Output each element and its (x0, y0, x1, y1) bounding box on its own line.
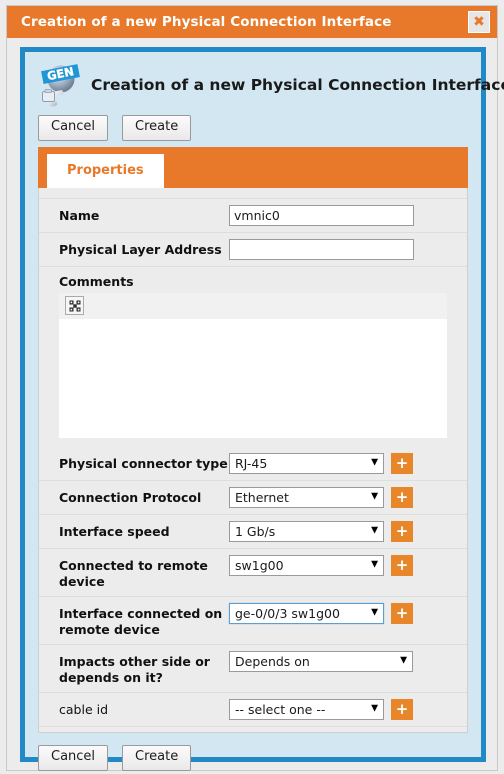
connected-to-remote-device-value: sw1g00 (235, 557, 284, 573)
top-button-bar: Cancel Create (25, 107, 481, 147)
cable-id-select[interactable]: -- select one -- ▼ (229, 698, 384, 720)
add-connected-to-remote-device-button[interactable]: + (391, 554, 413, 576)
interface-connected-on-remote-device-control: ge-0/0/3 sw1g00 ▼ + (229, 602, 451, 624)
comments-textarea[interactable] (59, 318, 447, 438)
cable-id-control: -- select one -- ▼ + (229, 698, 451, 720)
interface-speed-value: 1 Gb/s (235, 523, 276, 539)
dialog-window: Creation of a new Physical Connection In… (6, 5, 504, 771)
create-button-bottom[interactable]: Create (122, 744, 192, 771)
physical-layer-address-control (229, 238, 451, 260)
comments-label: Comments (59, 273, 134, 289)
connection-protocol-label: Connection Protocol (59, 489, 202, 505)
window-title: Creation of a new Physical Connection In… (21, 14, 392, 30)
gen-cable-logo-icon: GEN (37, 61, 83, 107)
form-row-physical-layer-address: Physical Layer Address (39, 233, 467, 267)
impacts-other-side-label: Impacts other side or depends on it? (59, 653, 210, 685)
physical-layer-address-input[interactable] (229, 238, 414, 260)
name-control (229, 204, 451, 226)
connected-to-remote-device-control: sw1g00 ▼ + (229, 554, 451, 576)
add-interface-connected-on-remote-device-button[interactable]: + (391, 602, 413, 624)
connected-to-remote-device-label: Connected to remote device (59, 557, 208, 589)
interface-connected-on-remote-device-value: ge-0/0/3 sw1g00 (235, 605, 340, 621)
close-icon[interactable]: ✖ (468, 11, 490, 33)
impacts-other-side-control: Depends on ▼ (229, 650, 451, 672)
interface-speed-control: 1 Gb/s ▼ + (229, 520, 451, 542)
chevron-down-icon: ▼ (400, 655, 407, 666)
app-header: GEN Creation of a new Physical Connectio… (25, 52, 504, 107)
form-row-cable-id: cable id -- select one -- ▼ + (39, 693, 467, 727)
form-row-interface-connected-on-remote-device: Interface connected on remote device ge-… (39, 597, 467, 645)
chevron-down-icon: ▼ (371, 607, 378, 618)
interface-connected-on-remote-device-select[interactable]: ge-0/0/3 sw1g00 ▼ (229, 602, 384, 624)
cable-id-value: -- select one -- (235, 701, 326, 717)
physical-layer-address-label: Physical Layer Address (59, 241, 222, 257)
cable-id-label: cable id (59, 701, 109, 717)
form-row-connection-protocol: Connection Protocol Ethernet ▼ + (39, 481, 467, 515)
impacts-other-side-select[interactable]: Depends on ▼ (229, 650, 413, 672)
comments-spacer (39, 438, 467, 447)
interface-speed-label: Interface speed (59, 523, 170, 539)
chevron-down-icon: ▼ (371, 559, 378, 570)
connection-protocol-control: Ethernet ▼ + (229, 486, 451, 508)
comments-editor-toolbar (59, 292, 447, 319)
comments-editor (59, 292, 447, 438)
form-row-physical-connector-type: Physical connector type RJ-45 ▼ + (39, 447, 467, 481)
physical-connector-type-label: Physical connector type (59, 455, 228, 471)
form-row-impacts-other-side: Impacts other side or depends on it? Dep… (39, 645, 467, 693)
form-row-name: Name (39, 197, 467, 233)
interface-speed-select[interactable]: 1 Gb/s ▼ (229, 520, 384, 542)
tab-properties[interactable]: Properties (47, 154, 164, 188)
physical-connector-type-select[interactable]: RJ-45 ▼ (229, 452, 384, 474)
impacts-other-side-value: Depends on (235, 653, 310, 669)
content-panel-inner: GEN Creation of a new Physical Connectio… (25, 52, 504, 771)
create-button-top[interactable]: Create (122, 115, 192, 141)
form-row-connected-to-remote-device: Connected to remote device sw1g00 ▼ + (39, 549, 467, 597)
physical-connector-type-control: RJ-45 ▼ + (229, 452, 451, 474)
content-panel: GEN Creation of a new Physical Connectio… (20, 47, 504, 771)
bottom-button-bar: Cancel Create (25, 733, 481, 771)
chevron-down-icon: ▼ (371, 457, 378, 468)
page-title: Creation of a new Physical Connection In… (91, 76, 504, 94)
physical-connector-type-value: RJ-45 (235, 455, 268, 471)
name-input[interactable] (229, 204, 414, 226)
chevron-down-icon: ▼ (371, 703, 378, 714)
tab-strip: Properties (38, 146, 468, 188)
window-titlebar: Creation of a new Physical Connection In… (7, 6, 497, 38)
name-label: Name (59, 207, 100, 223)
connection-protocol-value: Ethernet (235, 489, 289, 505)
cancel-button-top[interactable]: Cancel (38, 115, 109, 141)
interface-connected-on-remote-device-label: Interface connected on remote device (59, 605, 223, 637)
chevron-down-icon: ▼ (371, 525, 378, 536)
properties-form: Name Physical Layer Address Comments (38, 187, 468, 733)
add-interface-speed-button[interactable]: + (391, 520, 413, 542)
expand-icon[interactable] (65, 296, 84, 316)
chevron-down-icon: ▼ (371, 491, 378, 502)
form-row-interface-speed: Interface speed 1 Gb/s ▼ + (39, 515, 467, 549)
connected-to-remote-device-select[interactable]: sw1g00 ▼ (229, 554, 384, 576)
add-cable-id-button[interactable]: + (391, 698, 413, 720)
connection-protocol-select[interactable]: Ethernet ▼ (229, 486, 384, 508)
cancel-button-bottom[interactable]: Cancel (38, 744, 109, 771)
add-connection-protocol-button[interactable]: + (391, 486, 413, 508)
add-physical-connector-type-button[interactable]: + (391, 452, 413, 474)
